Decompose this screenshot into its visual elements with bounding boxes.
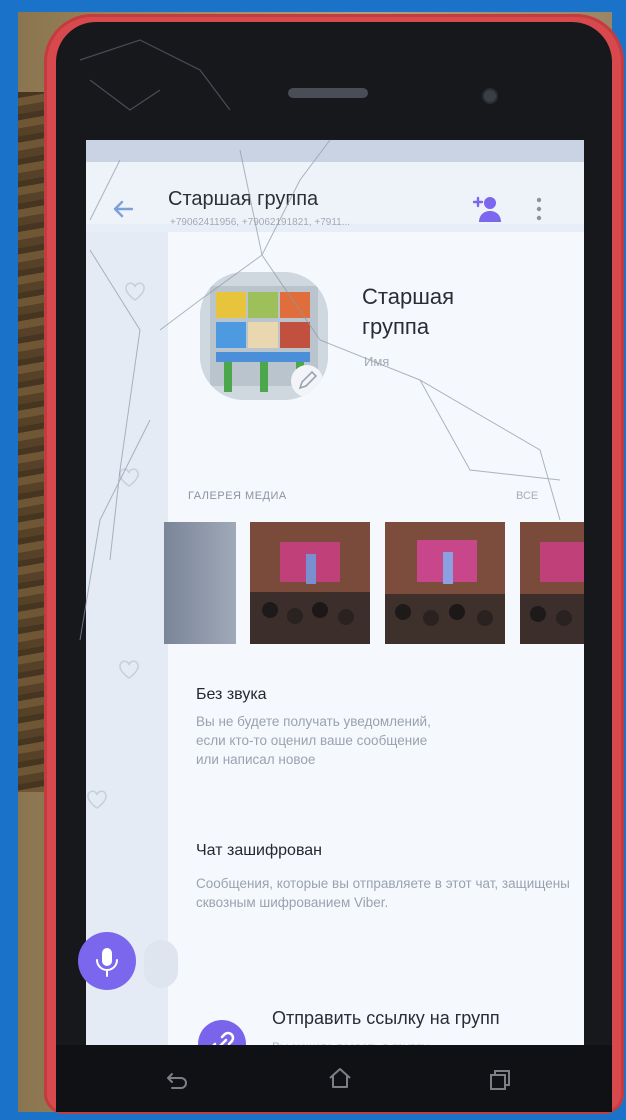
media-thumbnail[interactable] [520, 522, 584, 644]
status-bar [86, 140, 584, 162]
edit-pencil-icon[interactable] [290, 364, 324, 398]
heart-icon [119, 660, 139, 679]
chat-participants: +79062411956, +79062191821, +7911... [170, 217, 351, 228]
heart-icon [87, 790, 107, 809]
voice-message-button[interactable] [78, 932, 136, 990]
heart-icon [119, 468, 139, 487]
microphone-icon [96, 948, 118, 977]
mute-title[interactable]: Без звука [196, 686, 267, 704]
share-link-title[interactable]: Отправить ссылку на групп [272, 1008, 500, 1029]
add-member-icon[interactable] [470, 192, 504, 226]
chat-title: Старшая группа [168, 188, 319, 210]
input-field-edge [144, 940, 178, 988]
media-gallery-all-link[interactable]: ВСЕ [516, 490, 538, 502]
back-arrow-icon[interactable] [110, 196, 136, 222]
nav-home-icon[interactable] [326, 1064, 354, 1092]
media-gallery-header: ГАЛЕРЕЯ МЕДИА [188, 490, 287, 502]
group-name-caption: Имя [364, 354, 390, 369]
nav-back-icon[interactable] [162, 1068, 190, 1096]
phone-speaker [288, 88, 368, 98]
heart-icon [125, 282, 145, 301]
more-vert-icon[interactable] [534, 196, 544, 222]
chat-background-strip [86, 232, 168, 1045]
encryption-description: Сообщения, которые вы отправляете в этот… [196, 876, 570, 910]
media-thumbnail[interactable] [385, 522, 505, 644]
media-thumbnail[interactable] [250, 522, 370, 644]
group-name[interactable]: Старшая группа [362, 282, 522, 342]
nav-recent-icon[interactable] [486, 1066, 514, 1094]
group-avatar[interactable] [200, 272, 328, 400]
media-thumbnail[interactable] [164, 522, 236, 644]
phone-camera [484, 90, 496, 102]
app-bar [86, 162, 584, 224]
mute-description: Вы не будете получать уведомлений, если … [196, 714, 431, 767]
encryption-title: Чат зашифрован [196, 842, 323, 859]
